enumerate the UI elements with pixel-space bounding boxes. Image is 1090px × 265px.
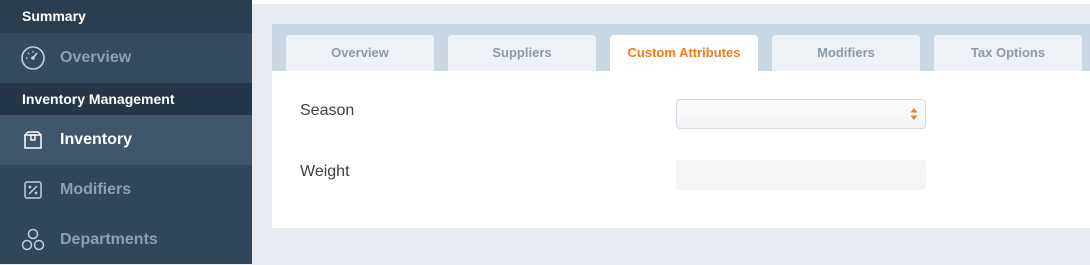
- season-select[interactable]: [676, 99, 926, 129]
- tab-overview[interactable]: Overview: [286, 35, 434, 71]
- weight-input[interactable]: [676, 160, 926, 190]
- departments-icon: [20, 227, 46, 253]
- item-details-panel: Overview Suppliers Custom Attributes Mod…: [272, 24, 1090, 228]
- weight-label: Weight: [300, 163, 350, 180]
- tab-modifiers[interactable]: Modifiers: [772, 35, 920, 71]
- sidebar-item-overview[interactable]: Overview: [0, 33, 252, 83]
- top-divider: [252, 0, 1090, 4]
- main-area: Overview Suppliers Custom Attributes Mod…: [252, 0, 1090, 264]
- sidebar-item-inventory[interactable]: Inventory: [0, 115, 252, 165]
- season-label: Season: [300, 102, 355, 119]
- box-icon: [20, 127, 46, 153]
- sidebar-item-label: Departments: [60, 231, 158, 248]
- tab-custom-attributes[interactable]: Custom Attributes: [610, 35, 758, 71]
- sidebar: Summary Overview Inventory Management In…: [0, 0, 252, 264]
- tab-suppliers[interactable]: Suppliers: [448, 35, 596, 71]
- percent-icon: [20, 177, 46, 203]
- sidebar-section-summary: Summary: [0, 0, 252, 33]
- custom-attributes-form: Season Weight: [272, 71, 1090, 228]
- sidebar-item-departments[interactable]: Departments: [0, 215, 252, 265]
- sidebar-item-modifiers[interactable]: Modifiers: [0, 165, 252, 215]
- sidebar-section-inventory-management: Inventory Management: [0, 83, 252, 115]
- select-arrows-icon: [910, 107, 918, 121]
- sidebar-item-label: Inventory: [60, 131, 133, 148]
- sidebar-item-label: Overview: [60, 49, 132, 66]
- gauge-icon: [20, 45, 46, 71]
- tab-tax-options[interactable]: Tax Options: [934, 35, 1082, 71]
- sidebar-item-label: Modifiers: [60, 181, 132, 198]
- tab-bar: Overview Suppliers Custom Attributes Mod…: [272, 24, 1090, 71]
